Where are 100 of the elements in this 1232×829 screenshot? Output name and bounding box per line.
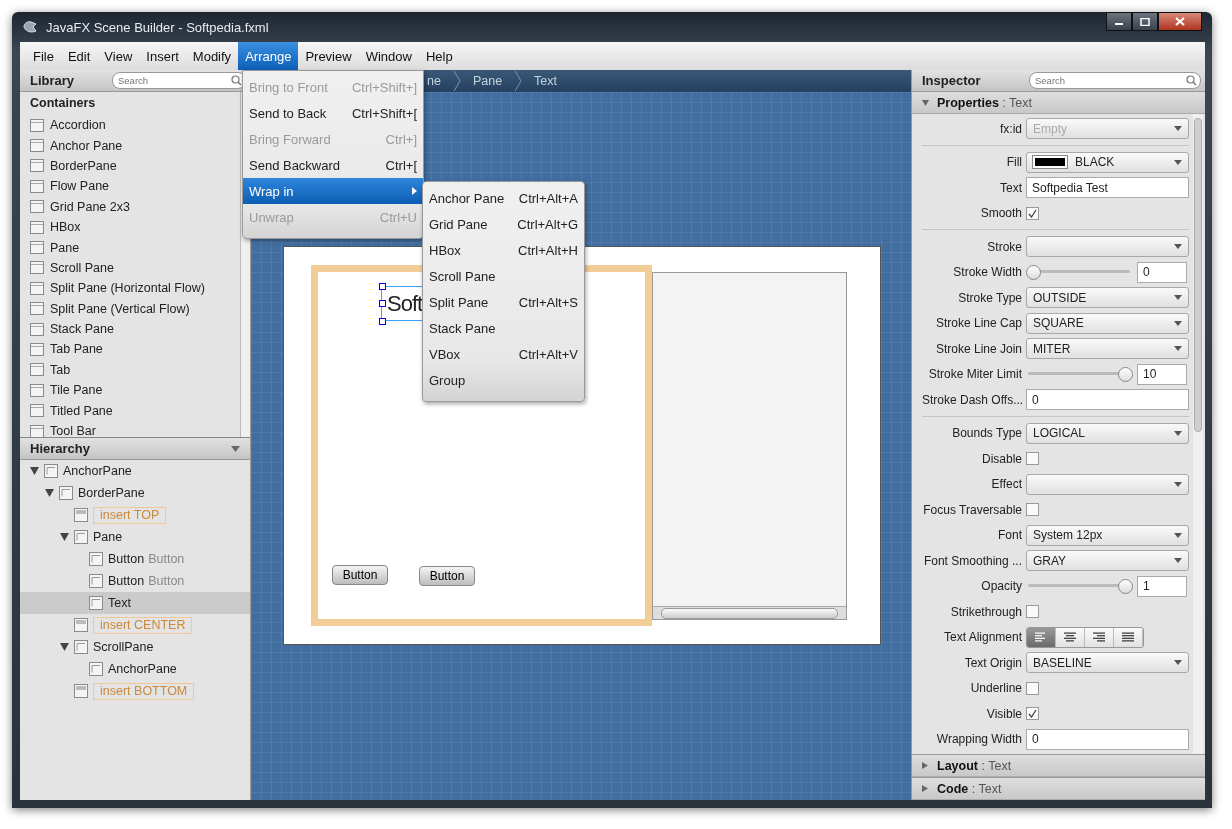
property-label: Effect [990, 477, 1023, 492]
combo-box[interactable]: BASELINE [1026, 652, 1189, 674]
slider[interactable] [1026, 579, 1132, 594]
input-field[interactable]: 0 [1026, 728, 1189, 750]
align-center-button[interactable] [1056, 627, 1085, 647]
maximize-button[interactable] [1132, 12, 1158, 31]
dropdown-icon[interactable] [231, 445, 240, 452]
section-header[interactable]: Layout : Text [912, 754, 1205, 777]
breadcrumb-item[interactable]: Text [534, 74, 558, 88]
library-item[interactable]: Tab [50, 362, 71, 377]
library-item[interactable]: Split Pane (Vertical Flow) [50, 301, 190, 316]
align-justify-button[interactable] [1114, 627, 1143, 647]
expand-arrow-icon[interactable] [922, 785, 929, 792]
slider[interactable] [1026, 367, 1132, 382]
library-item[interactable]: Tab Pane [50, 342, 103, 357]
selection-handle[interactable] [379, 318, 386, 325]
chevron-icon [452, 71, 461, 91]
input-field[interactable]: 0 [1137, 261, 1187, 283]
canvas-button[interactable]: Button [419, 566, 475, 586]
checkbox[interactable] [1026, 605, 1039, 619]
menu-item[interactable]: Wrap in [243, 178, 423, 204]
section-header[interactable]: Properties : Text [912, 92, 1205, 114]
selection-handle[interactable] [379, 300, 386, 307]
menu-item[interactable]: Group [423, 367, 584, 393]
combo-box[interactable]: SQUARE [1026, 312, 1189, 334]
tree-row[interactable]: Pane [20, 526, 250, 548]
checkbox[interactable] [1026, 503, 1039, 517]
tree-row[interactable]: Text [20, 592, 250, 614]
color-picker[interactable]: BLACK [1026, 151, 1189, 173]
menu-item[interactable]: Edit [60, 42, 98, 70]
menu-item[interactable]: Anchor Pane Ctrl+Alt+A [423, 185, 584, 211]
menu-item[interactable]: VBox Ctrl+Alt+V [423, 341, 584, 367]
menu-item[interactable]: Scroll Pane [423, 263, 584, 289]
menu-item[interactable]: Insert [139, 42, 186, 70]
tree-row[interactable]: AnchorPane [20, 460, 250, 482]
library-item[interactable]: Tile Pane [50, 383, 103, 398]
combo-box[interactable]: MITER [1026, 338, 1189, 360]
expand-arrow-icon[interactable] [60, 533, 69, 541]
menu-item[interactable]: Split Pane Ctrl+Alt+S [423, 289, 584, 315]
expand-arrow-icon[interactable] [922, 762, 929, 769]
menu-item[interactable]: Stack Pane [423, 315, 584, 341]
minimize-button[interactable] [1106, 12, 1132, 31]
menu-item[interactable]: Grid Pane Ctrl+Alt+G [423, 211, 584, 237]
library-item[interactable]: Anchor Pane [50, 138, 123, 153]
menu-item[interactable]: Window [358, 42, 419, 70]
library-item[interactable]: Grid Pane 2x3 [50, 199, 130, 214]
checkbox[interactable] [1026, 206, 1039, 220]
checkbox[interactable] [1026, 681, 1039, 695]
input-field[interactable]: 10 [1137, 363, 1187, 385]
library-item[interactable]: Split Pane (Horizontal Flow) [50, 281, 205, 296]
library-item[interactable]: Flow Pane [50, 179, 110, 194]
slider[interactable] [1026, 265, 1132, 280]
input-field[interactable]: Softpedia Test [1026, 177, 1189, 199]
close-button[interactable] [1158, 12, 1202, 31]
tree-row[interactable]: ScrollPane [20, 636, 250, 658]
combo-box[interactable]: OUTSIDE [1026, 287, 1189, 309]
align-right-button[interactable] [1085, 627, 1114, 647]
library-item[interactable]: Accordion [50, 118, 106, 133]
library-item[interactable]: Pane [50, 240, 80, 255]
search-field[interactable]: Search [1029, 72, 1201, 89]
align-left-button[interactable] [1027, 627, 1056, 647]
tree-row[interactable]: Button Button [20, 570, 250, 592]
menu-item[interactable]: Preview [298, 42, 359, 70]
combo-box[interactable]: GRAY [1026, 550, 1189, 572]
tree-row[interactable]: AnchorPane [20, 658, 250, 680]
expand-arrow-icon[interactable] [922, 99, 929, 106]
expand-arrow-icon[interactable] [30, 467, 39, 475]
menu-item[interactable]: View [97, 42, 140, 70]
combo-box[interactable]: System 12px [1026, 524, 1189, 546]
selection-handle[interactable] [379, 283, 386, 290]
expand-arrow-icon[interactable] [60, 643, 69, 651]
menu-item[interactable]: Send to Back Ctrl+Shift+[ [243, 100, 423, 126]
library-item[interactable]: Tool Bar [50, 424, 96, 437]
checkbox[interactable] [1026, 452, 1039, 466]
expand-arrow-icon[interactable] [45, 489, 54, 497]
menu-item[interactable]: Modify [185, 42, 239, 70]
menu-item[interactable]: HBox Ctrl+Alt+H [423, 237, 584, 263]
library-item[interactable]: Stack Pane [50, 322, 114, 337]
library-item[interactable]: HBox [50, 220, 81, 235]
tree-row[interactable]: Button Button [20, 548, 250, 570]
library-item[interactable]: BorderPane [50, 158, 117, 173]
library-item[interactable]: Titled Pane [50, 403, 113, 418]
tree-row[interactable]: BorderPane [20, 482, 250, 504]
combo-box[interactable]: LOGICAL [1026, 422, 1189, 444]
library-item[interactable]: Scroll Pane [50, 260, 114, 275]
section-header[interactable]: Code : Text [912, 777, 1205, 800]
canvas-button[interactable]: Button [332, 565, 388, 585]
input-field[interactable]: 1 [1137, 575, 1187, 597]
scrollbar[interactable] [653, 606, 846, 619]
scrollbar[interactable] [1193, 114, 1203, 754]
input-field[interactable]: 0 [1026, 389, 1189, 411]
menu-item[interactable]: Help [418, 42, 460, 70]
close-icon [1175, 17, 1185, 26]
menu-item[interactable]: Send Backward Ctrl+[ [243, 152, 423, 178]
checkbox[interactable] [1026, 707, 1039, 721]
node-icon [89, 596, 103, 610]
breadcrumb-item[interactable]: Pane [472, 74, 503, 88]
menu-item[interactable]: File [26, 42, 61, 70]
breadcrumb-item[interactable]: ne [427, 74, 441, 88]
menu-item[interactable]: Arrange [238, 42, 299, 70]
